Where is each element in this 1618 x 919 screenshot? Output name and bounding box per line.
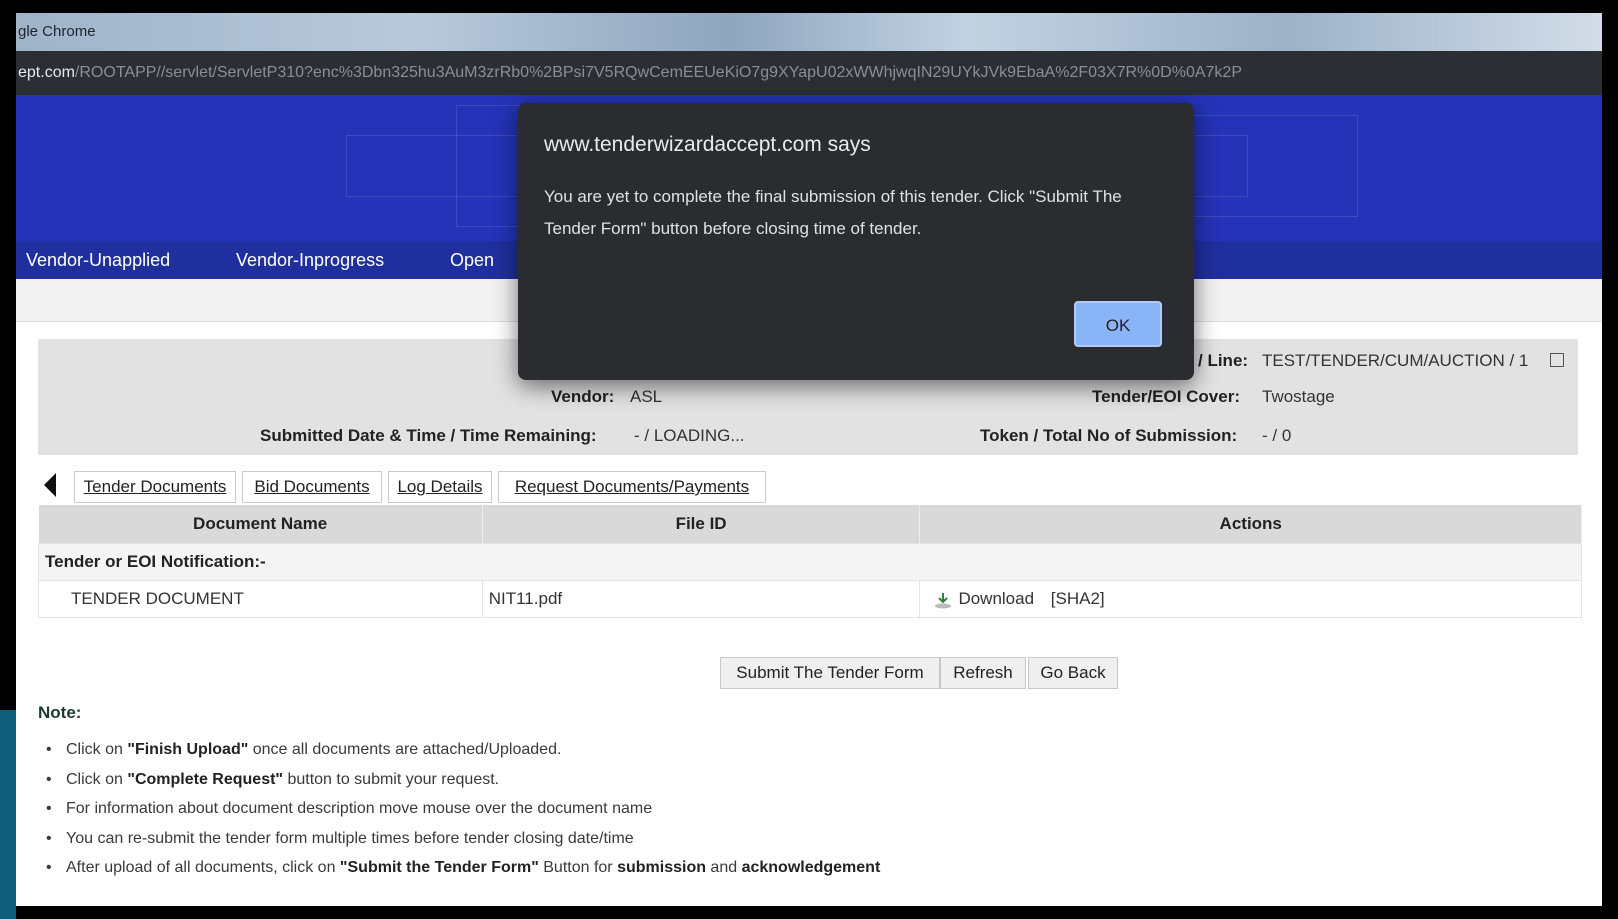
window-title-bar: gle Chrome [16,13,1602,51]
download-icon [935,592,952,609]
copy-icon[interactable] [1550,353,1564,367]
line-value: TEST/TENDER/CUM/AUCTION / 1 [1262,351,1529,370]
list-item: For information about document descripti… [46,794,880,824]
tab-tender-documents[interactable]: Tender Documents [74,471,236,503]
note-list: Click on "Finish Upload" once all docume… [46,735,880,883]
documents-table: Document Name File ID Actions Tender or … [38,505,1582,618]
tab-log-details[interactable]: Log Details [388,471,492,503]
url-host: ept.com [18,64,75,81]
column-header-file-id: File ID [482,505,921,544]
table-row: TENDER DOCUMENT NIT11.pdf Download [SHA2… [38,580,1582,618]
column-header-document-name: Document Name [38,505,483,544]
token-value: - / 0 [1262,426,1292,445]
hash-link[interactable]: [SHA2] [1051,589,1105,608]
go-back-button[interactable]: Go Back [1028,657,1118,689]
tab-request-documents-payments[interactable]: Request Documents/Payments [498,471,766,503]
list-item: You can re-submit the tender form multip… [46,824,880,854]
download-link[interactable]: Download [934,589,1038,609]
address-bar[interactable]: ept.com/ROOTAPP//servlet/ServletP310?enc… [16,51,1602,95]
list-item: After upload of all documents, click on … [46,853,880,883]
list-item: Click on "Finish Upload" once all docume… [46,735,880,765]
column-header-actions: Actions [919,505,1582,544]
url-path: /ROOTAPP//servlet/ServletP310?enc%3Dbn32… [74,64,1242,81]
alert-dialog: www.tenderwizardaccept.com says You are … [518,103,1194,380]
menu-item-vendor-inprogress[interactable]: Vendor-Inprogress [236,241,384,279]
background-strip [0,710,16,919]
submit-tender-form-button[interactable]: Submit The Tender Form [720,657,940,689]
vendor-value: ASL [630,387,663,406]
section-heading: Tender or EOI Notification:- [38,543,1582,581]
cover-label: Tender/EOI Cover: [1092,387,1240,406]
document-name-cell: TENDER DOCUMENT [38,580,483,618]
dialog-title: www.tenderwizardaccept.com says [544,133,871,156]
browser-window: gle Chrome ept.com/ROOTAPP//servlet/Serv… [16,13,1602,906]
window-title: gle Chrome [18,23,96,40]
menu-item-open[interactable]: Open [450,241,494,279]
submitted-value: - / LOADING... [634,426,745,445]
tab-scroll-left-icon[interactable] [44,473,56,497]
submitted-label: Submitted Date & Time / Time Remaining: [260,426,597,445]
note-title: Note: [38,703,82,722]
tab-bid-documents[interactable]: Bid Documents [242,471,382,503]
line-label: / Line: [1198,351,1249,370]
refresh-button[interactable]: Refresh [940,657,1026,689]
cover-value: Twostage [1262,387,1335,406]
list-item: Click on "Complete Request" button to su… [46,765,880,795]
download-label: Download [958,589,1035,608]
vendor-label: Vendor: [551,387,615,406]
menu-item-vendor-unapplied[interactable]: Vendor-Unapplied [26,241,170,279]
ok-button[interactable]: OK [1074,301,1162,347]
file-id-cell: NIT11.pdf [481,580,921,618]
actions-cell: Download [SHA2] [919,580,1582,618]
token-label: Token / Total No of Submission: [980,426,1238,445]
dialog-message: You are yet to complete the final submis… [544,187,1122,238]
